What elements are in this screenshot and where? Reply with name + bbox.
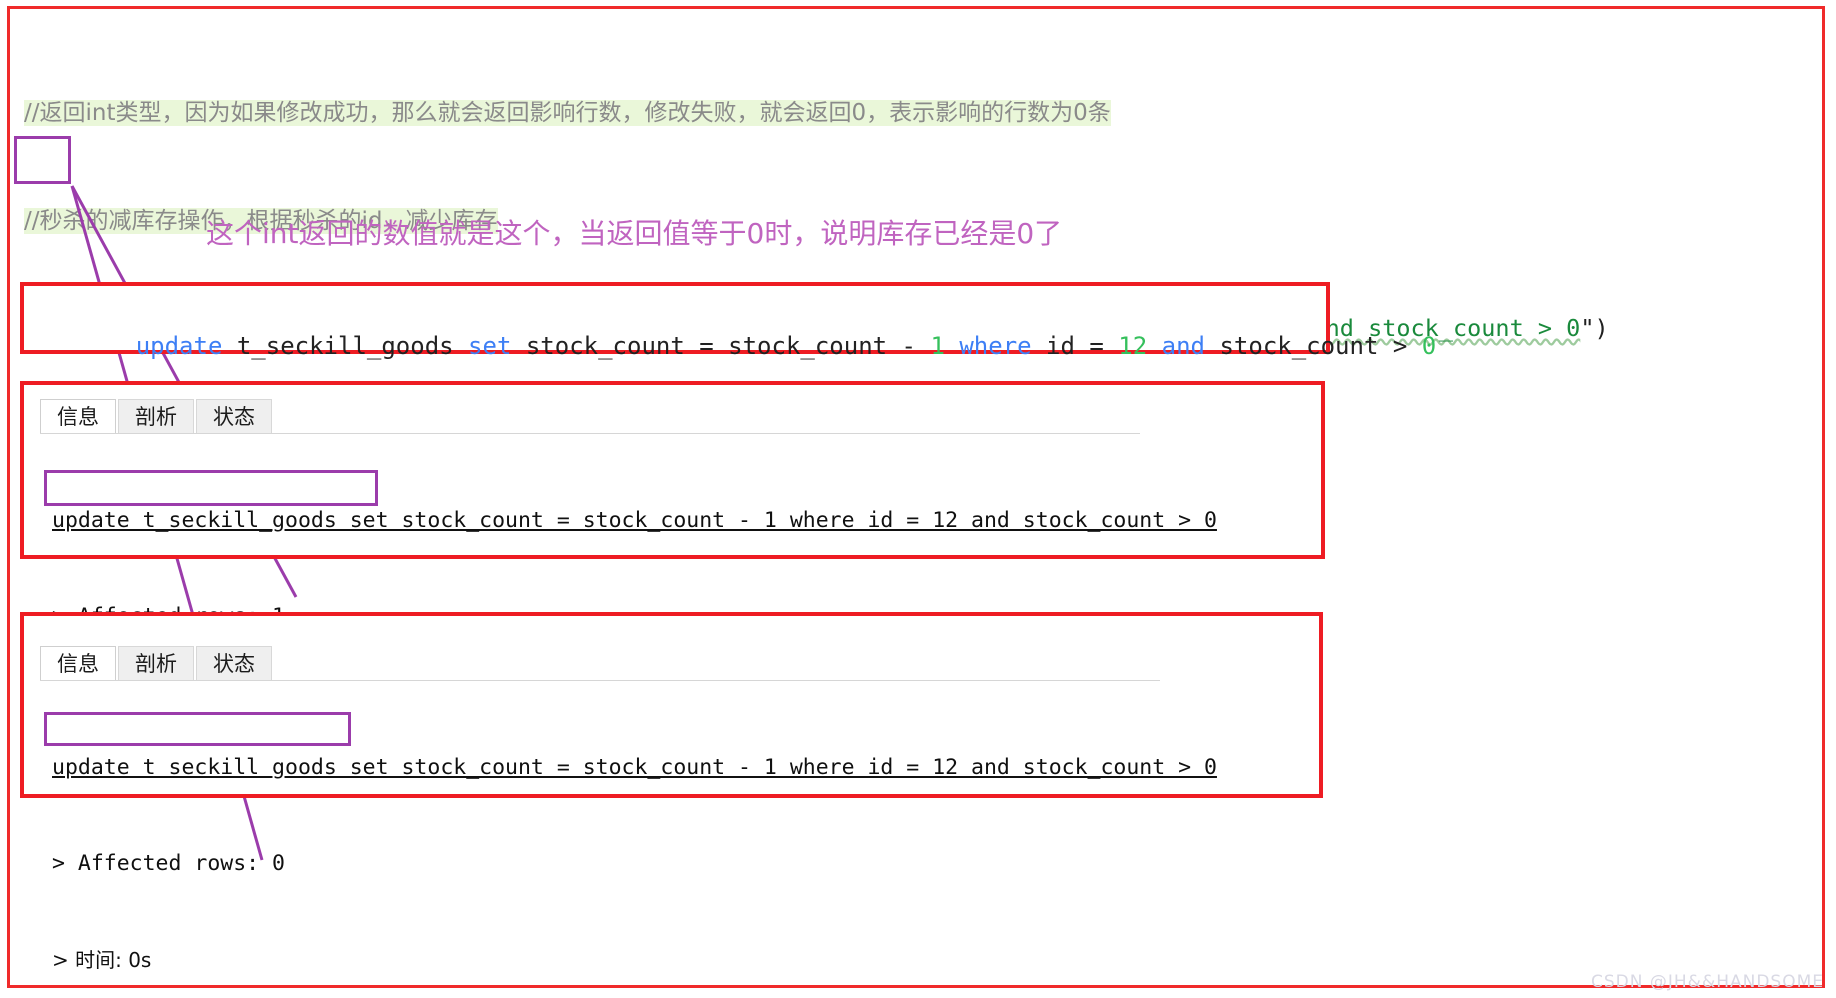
comment-text-1: //返回int类型，因为如果修改成功，那么就会返回影响行数，修改失败，就会返回0… — [24, 100, 1111, 126]
affected-rows-highlight-2 — [44, 712, 351, 746]
result-time-2: > 时间: 0s — [52, 948, 152, 972]
csdn-watermark: CSDN @JH&&HANDSOME — [1591, 972, 1824, 992]
sql-table-clause: t_seckill_goods — [222, 332, 469, 360]
tab-profile-2[interactable]: 剖析 — [118, 646, 194, 680]
result-query-2: update t seckill goods set stock_count =… — [52, 755, 1217, 780]
tab-info-1[interactable]: 信息 — [40, 399, 116, 433]
note-int-explanation: 这个int返回的数值就是这个，当返回值等于0时，说明库存已经是0了 — [206, 217, 1063, 250]
sql-kw-set: set — [468, 332, 512, 360]
screenshot-root: //返回int类型，因为如果修改成功，那么就会返回影响行数，修改失败，就会返回0… — [0, 0, 1836, 998]
tab-status-2[interactable]: 状态 — [196, 646, 272, 680]
annotation-close-paren: ") — [1580, 314, 1609, 342]
sql-kw-and: and — [1161, 332, 1206, 360]
sql-id-expr: id = — [1031, 332, 1119, 360]
sql-num-0: 0 — [1421, 332, 1437, 360]
sql-editor-panel: update t_seckill_goods set stock_count =… — [20, 282, 1436, 360]
sql-editor-text: update t_seckill_goods set stock_count =… — [49, 304, 1437, 388]
sql-num-1: 1 — [930, 332, 945, 360]
result-affected-2: > Affected rows: 0 — [52, 851, 285, 876]
code-comment-line-1: //返回int类型，因为如果修改成功，那么就会返回影响行数，修改失败，就会返回0… — [24, 94, 1794, 130]
result-panel-2: 信息 剖析 状态 update t seckill goods set stoc… — [20, 612, 1323, 972]
tab-divider-2 — [40, 680, 1160, 681]
sql-set-expr: stock_count = stock_count - — [511, 332, 931, 360]
tab-divider-1 — [40, 433, 1140, 434]
tab-info-2[interactable]: 信息 — [40, 646, 116, 680]
int-keyword-highlight-box — [14, 136, 71, 184]
sql-space-2 — [1147, 332, 1161, 360]
result-tabs-1: 信息 剖析 状态 — [40, 399, 274, 433]
sql-stock-expr: stock_count > — [1205, 332, 1422, 360]
sql-num-12: 12 — [1118, 332, 1148, 360]
sql-kw-where: where — [959, 332, 1032, 360]
sql-space-1 — [945, 332, 959, 360]
affected-rows-highlight-1 — [44, 470, 378, 506]
tab-status-1[interactable]: 状态 — [196, 399, 272, 433]
result-tabs-2: 信息 剖析 状态 — [40, 646, 274, 680]
result-query-1: update t_seckill_goods set stock_count =… — [52, 508, 1217, 533]
tab-profile-1[interactable]: 剖析 — [118, 399, 194, 433]
sql-kw-update: update — [135, 332, 223, 360]
